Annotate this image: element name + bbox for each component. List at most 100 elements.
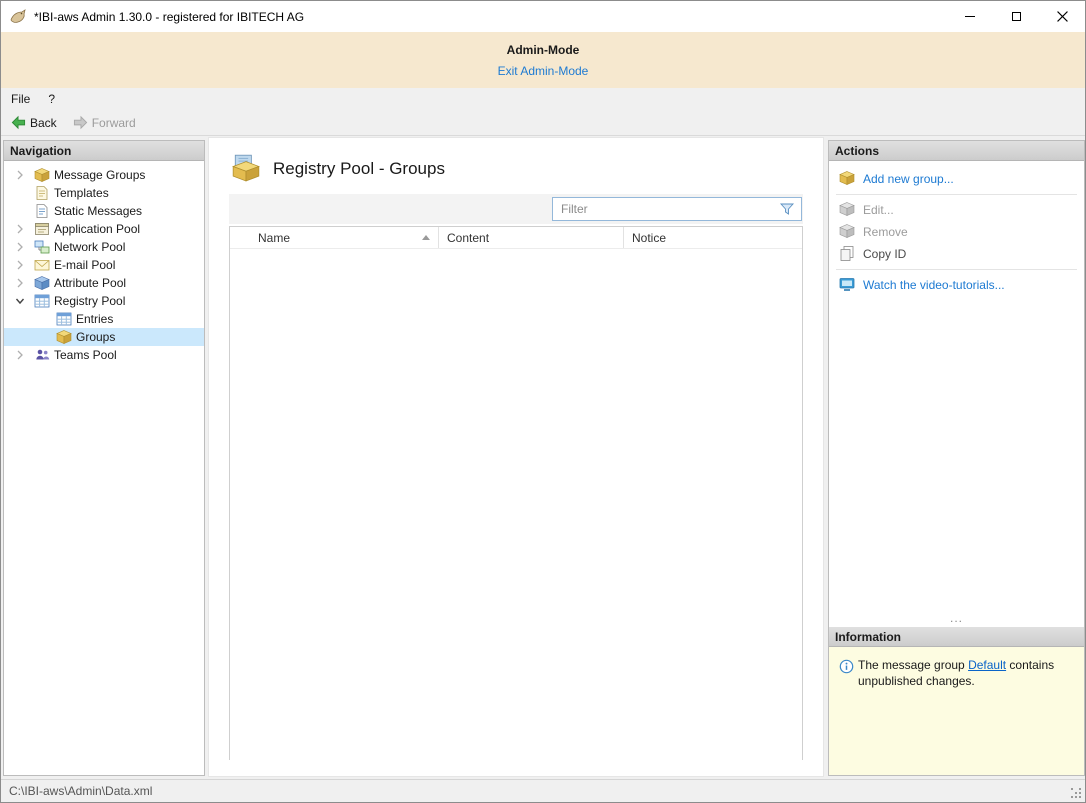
status-path: C:\IBI-aws\Admin\Data.xml	[9, 784, 152, 798]
status-bar: C:\IBI-aws\Admin\Data.xml	[1, 779, 1085, 802]
tree-item-label: Teams Pool	[54, 348, 117, 362]
back-icon	[11, 115, 26, 130]
watch-tutorials-action[interactable]: Watch the video-tutorials...	[829, 274, 1084, 296]
chevron-right-icon[interactable]	[14, 169, 28, 181]
edit-action: Edit...	[829, 199, 1084, 221]
navigation-panel: Navigation Message Groups Templates Stat…	[3, 140, 205, 776]
maximize-icon	[1012, 12, 1021, 21]
entries-icon	[56, 311, 72, 327]
admin-mode-title: Admin-Mode	[1, 32, 1085, 57]
close-button[interactable]	[1039, 1, 1085, 32]
main-panel: Registry Pool - Groups Name Content Noti…	[208, 137, 824, 777]
navigation-tree: Message Groups Templates Static Messages…	[4, 161, 204, 775]
actions-body: Add new group... Edit... Remove Copy ID …	[829, 161, 1084, 627]
tree-item-templates[interactable]: Templates	[4, 184, 204, 202]
column-header-name[interactable]: Name	[230, 227, 439, 248]
add-new-group-action[interactable]: Add new group...	[829, 168, 1084, 190]
menu-bar: File ?	[1, 88, 1085, 110]
add-new-group-label[interactable]: Add new group...	[863, 172, 954, 186]
tree-item-static-messages[interactable]: Static Messages	[4, 202, 204, 220]
copy-id-label[interactable]: Copy ID	[863, 247, 906, 261]
chevron-right-icon[interactable]	[14, 259, 28, 271]
copy-id-action[interactable]: Copy ID	[829, 243, 1084, 265]
tree-item-attribute-pool[interactable]: Attribute Pool	[4, 274, 204, 292]
information-message: The message group Default contains unpub…	[858, 647, 1074, 689]
tree-item-label: E-mail Pool	[54, 258, 115, 272]
list-header: Name Content Notice	[230, 227, 802, 249]
window-title: *IBI-aws Admin 1.30.0 - registered for I…	[34, 10, 304, 24]
remove-action: Remove	[829, 221, 1084, 243]
tree-item-message-groups[interactable]: Message Groups	[4, 166, 204, 184]
exit-admin-mode-link[interactable]: Exit Admin-Mode	[498, 64, 589, 78]
tree-item-label: Templates	[54, 186, 109, 200]
forward-button: Forward	[67, 113, 142, 132]
remove-icon	[839, 223, 855, 242]
tree-item-label: Network Pool	[54, 240, 125, 254]
edit-label: Edit...	[863, 203, 894, 217]
admin-mode-banner: Admin-Mode Exit Admin-Mode	[1, 32, 1085, 88]
chevron-right-icon[interactable]	[14, 241, 28, 253]
column-header-notice[interactable]: Notice	[624, 227, 802, 248]
back-button[interactable]: Back	[5, 113, 63, 132]
tree-item-groups[interactable]: Groups	[4, 328, 204, 346]
minimize-button[interactable]	[947, 1, 993, 32]
edit-icon	[839, 201, 855, 220]
maximize-button[interactable]	[993, 1, 1039, 32]
separator	[836, 194, 1077, 195]
tree-item-entries[interactable]: Entries	[4, 310, 204, 328]
list-body[interactable]	[230, 249, 802, 760]
chevron-right-icon[interactable]	[14, 223, 28, 235]
tree-item-network-pool[interactable]: Network Pool	[4, 238, 204, 256]
minimize-icon	[965, 16, 975, 17]
forward-icon	[73, 115, 88, 130]
page-title-icon	[231, 152, 261, 185]
resize-grip[interactable]	[1070, 787, 1082, 799]
default-group-link[interactable]: Default	[968, 658, 1006, 672]
info-icon	[839, 659, 854, 674]
filter-strip	[229, 194, 803, 224]
tree-item-label: Entries	[76, 312, 113, 326]
watch-tutorials-label[interactable]: Watch the video-tutorials...	[863, 278, 1005, 292]
menu-file[interactable]: File	[3, 89, 38, 109]
page-title: Registry Pool - Groups	[273, 159, 445, 179]
application-pool-icon	[34, 221, 50, 237]
chevron-down-icon[interactable]	[14, 295, 28, 307]
email-pool-icon	[34, 257, 50, 273]
attribute-pool-icon	[34, 275, 50, 291]
toolbar: Back Forward	[1, 110, 1085, 136]
tree-item-label: Application Pool	[54, 222, 140, 236]
tree-item-application-pool[interactable]: Application Pool	[4, 220, 204, 238]
right-panel: Actions Add new group... Edit... Remove …	[828, 140, 1085, 776]
actions-header: Actions	[829, 141, 1084, 161]
information-header: Information	[829, 627, 1084, 647]
filter-input[interactable]	[553, 202, 779, 216]
filter-box	[552, 197, 802, 221]
actions-more-indicator[interactable]: ...	[829, 611, 1084, 625]
app-icon	[9, 8, 27, 26]
tree-item-label: Static Messages	[54, 204, 142, 218]
navigation-header: Navigation	[4, 141, 204, 161]
groups-list: Name Content Notice	[229, 226, 803, 760]
templates-icon	[34, 185, 50, 201]
back-label: Back	[30, 116, 57, 130]
tree-item-registry-pool[interactable]: Registry Pool	[4, 292, 204, 310]
chevron-right-icon[interactable]	[14, 349, 28, 361]
teams-pool-icon	[34, 347, 50, 363]
information-body: The message group Default contains unpub…	[829, 647, 1084, 775]
tree-item-label: Groups	[76, 330, 115, 344]
message-groups-icon	[34, 167, 50, 183]
static-messages-icon	[34, 203, 50, 219]
sort-ascending-icon	[422, 235, 430, 240]
menu-help[interactable]: ?	[40, 89, 63, 109]
column-header-content[interactable]: Content	[439, 227, 624, 248]
tree-item-email-pool[interactable]: E-mail Pool	[4, 256, 204, 274]
tree-item-label: Attribute Pool	[54, 276, 126, 290]
chevron-right-icon[interactable]	[14, 277, 28, 289]
remove-label: Remove	[863, 225, 908, 239]
tree-item-teams-pool[interactable]: Teams Pool	[4, 346, 204, 364]
forward-label: Forward	[92, 116, 136, 130]
filter-funnel-icon[interactable]	[779, 201, 797, 217]
window-controls	[947, 1, 1085, 32]
copy-id-icon	[839, 245, 855, 264]
registry-pool-icon	[34, 293, 50, 309]
